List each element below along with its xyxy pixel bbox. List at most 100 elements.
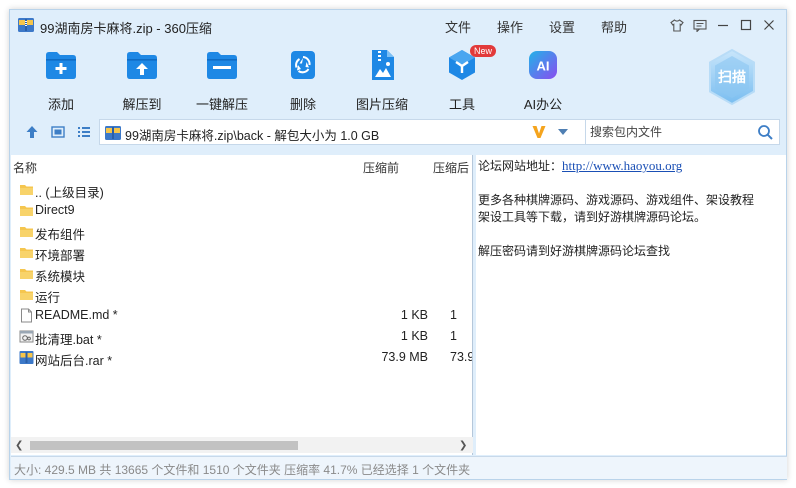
ai-office-label: AI办公 bbox=[523, 97, 563, 112]
file-name: 运行 bbox=[35, 291, 61, 305]
ai-office-icon: AI bbox=[529, 51, 557, 79]
chevron-down-icon[interactable] bbox=[558, 129, 568, 135]
message-icon bbox=[692, 19, 707, 32]
scrollbar-thumb[interactable] bbox=[30, 441, 298, 450]
folder-icon bbox=[20, 269, 33, 279]
image-compress-label: 图片压缩 bbox=[355, 97, 408, 112]
feedback-button[interactable] bbox=[688, 15, 711, 35]
menu-help[interactable]: 帮助 bbox=[588, 17, 640, 36]
rar-archive-icon bbox=[19, 351, 34, 364]
recycle-bin-icon bbox=[291, 51, 315, 79]
comment-forum-line: 论坛网站地址：http://www.haoyou.org bbox=[478, 157, 682, 174]
up-level-button[interactable] bbox=[22, 124, 42, 140]
extract-to-label: 解压到 bbox=[122, 97, 162, 112]
add-button[interactable]: 添加 bbox=[21, 48, 101, 113]
add-label: 添加 bbox=[47, 97, 74, 112]
file-name: 批清理.bat * bbox=[35, 333, 102, 347]
comment-line: 更多各种棋牌源码、游戏源码、游戏组件、架设教程 bbox=[478, 193, 755, 207]
list-view-icon bbox=[78, 127, 90, 137]
file-name: .. (上级目录) bbox=[35, 186, 104, 200]
app-window: 99湖南房卡麻将.zip - 360压缩 文件 操作 设置 帮助 添加 解压到 … bbox=[9, 9, 787, 480]
batch-file-icon bbox=[19, 330, 34, 343]
column-header-packed-size[interactable]: 压缩后 bbox=[433, 159, 469, 176]
search-input[interactable] bbox=[590, 124, 750, 140]
minimize-button[interactable] bbox=[711, 15, 734, 35]
one-click-extract-label: 一键解压 bbox=[195, 97, 248, 112]
list-item-file[interactable]: 批清理.bat * 1 KB 1 bbox=[11, 326, 472, 347]
forum-label: 论坛网站地址： bbox=[478, 159, 563, 173]
list-item-file[interactable]: README.md * 1 KB 1 bbox=[11, 305, 472, 326]
file-name: 环境部署 bbox=[35, 249, 86, 263]
tshirt-icon bbox=[669, 18, 684, 32]
toolbar: 添加 解压到 一键解压 删除 图片压缩 New 工具 AI AI办公 bbox=[10, 42, 690, 114]
list-item-folder[interactable]: 运行 bbox=[11, 284, 472, 305]
file-packed-size: 1 bbox=[450, 308, 457, 322]
image-compress-button[interactable]: 图片压缩 bbox=[342, 48, 422, 113]
list-item-folder[interactable]: 系统模块 bbox=[11, 263, 472, 284]
scan-button[interactable]: 扫描 bbox=[707, 48, 757, 106]
zip-archive-icon bbox=[18, 18, 34, 32]
zip-archive-icon bbox=[105, 126, 121, 140]
search-icon[interactable] bbox=[757, 124, 774, 141]
file-size: 73.9 MB bbox=[381, 350, 428, 364]
file-name: 网站后台.rar * bbox=[35, 354, 113, 368]
folder-icon bbox=[20, 185, 33, 195]
file-name: Direct9 bbox=[35, 203, 75, 217]
address-path: 99湖南房卡麻将.zip\back - 解包大小为 1.0 GB bbox=[125, 129, 380, 143]
menu-bar: 文件 操作 设置 帮助 bbox=[432, 17, 640, 36]
minimize-icon bbox=[717, 24, 728, 27]
scroll-right-icon[interactable]: ❯ bbox=[459, 440, 467, 451]
verified-v-icon[interactable] bbox=[531, 124, 547, 140]
file-size: 1 KB bbox=[400, 308, 428, 322]
column-header-original-size[interactable]: 压缩前 bbox=[363, 159, 399, 176]
image-compress-icon bbox=[372, 50, 394, 80]
ai-office-button[interactable]: AI AI办公 bbox=[503, 48, 583, 113]
extract-to-button[interactable]: 解压到 bbox=[102, 48, 182, 113]
delete-label: 删除 bbox=[289, 97, 316, 112]
folder-icon bbox=[20, 227, 33, 237]
menu-settings[interactable]: 设置 bbox=[536, 17, 588, 36]
list-item-folder[interactable]: 环境部署 bbox=[11, 242, 472, 263]
file-name: README.md * bbox=[35, 308, 118, 322]
title-bar: 99湖南房卡麻将.zip - 360压缩 文件 操作 设置 帮助 bbox=[10, 10, 786, 40]
file-name: 发布组件 bbox=[35, 228, 86, 242]
maximize-icon bbox=[740, 19, 751, 31]
horizontal-scrollbar[interactable]: ❮ ❯ bbox=[11, 437, 473, 453]
arrow-up-icon bbox=[26, 126, 38, 138]
one-click-extract-icon bbox=[207, 52, 237, 79]
maximize-button[interactable] bbox=[734, 15, 757, 35]
menu-file[interactable]: 文件 bbox=[432, 17, 484, 36]
document-icon bbox=[21, 308, 32, 323]
list-item-file[interactable]: 网站后台.rar * 73.9 MB 73.9 bbox=[11, 347, 473, 368]
search-box bbox=[585, 119, 780, 145]
file-packed-size: 73.9 bbox=[450, 350, 473, 364]
list-item-parent-directory[interactable]: .. (上级目录) bbox=[11, 179, 472, 200]
comment-line: 解压密码请到好游棋牌源码论坛查找 bbox=[478, 244, 671, 258]
menu-operation[interactable]: 操作 bbox=[484, 17, 536, 36]
close-button[interactable] bbox=[757, 15, 780, 35]
file-size: 1 KB bbox=[400, 329, 428, 343]
thumbnail-view-icon bbox=[51, 126, 65, 138]
window-title: 99湖南房卡麻将.zip - 360压缩 bbox=[40, 21, 212, 36]
address-bar[interactable]: 99湖南房卡麻将.zip\back - 解包大小为 1.0 GB bbox=[99, 119, 587, 145]
add-folder-icon bbox=[46, 52, 76, 79]
forum-link[interactable]: http://www.haoyou.org bbox=[562, 158, 682, 173]
tools-button[interactable]: New 工具 bbox=[422, 45, 502, 113]
nav-buttons bbox=[22, 124, 94, 140]
folder-icon bbox=[20, 248, 33, 258]
window-controls bbox=[665, 15, 780, 35]
scroll-left-icon[interactable]: ❮ bbox=[15, 440, 23, 451]
list-item-folder[interactable]: Direct9 bbox=[11, 200, 472, 221]
list-view-button[interactable] bbox=[74, 124, 94, 140]
one-click-extract-button[interactable]: 一键解压 bbox=[182, 48, 262, 113]
skin-button[interactable] bbox=[665, 15, 688, 35]
column-header-name[interactable]: 名称 bbox=[13, 159, 37, 176]
tools-label: 工具 bbox=[448, 97, 475, 112]
status-bar: 大小: 429.5 MB 共 13665 个文件和 1510 个文件夹 压缩率 … bbox=[11, 456, 787, 479]
archive-comment-panel: 论坛网站地址：http://www.haoyou.org 更多各种棋牌源码、游戏… bbox=[476, 155, 786, 455]
delete-button[interactable]: 删除 bbox=[263, 48, 343, 113]
folder-icon bbox=[20, 206, 33, 216]
list-item-folder[interactable]: 发布组件 bbox=[11, 221, 472, 242]
status-text: 大小: 429.5 MB 共 13665 个文件和 1510 个文件夹 压缩率 … bbox=[14, 463, 471, 477]
thumbnail-view-button[interactable] bbox=[48, 124, 68, 140]
